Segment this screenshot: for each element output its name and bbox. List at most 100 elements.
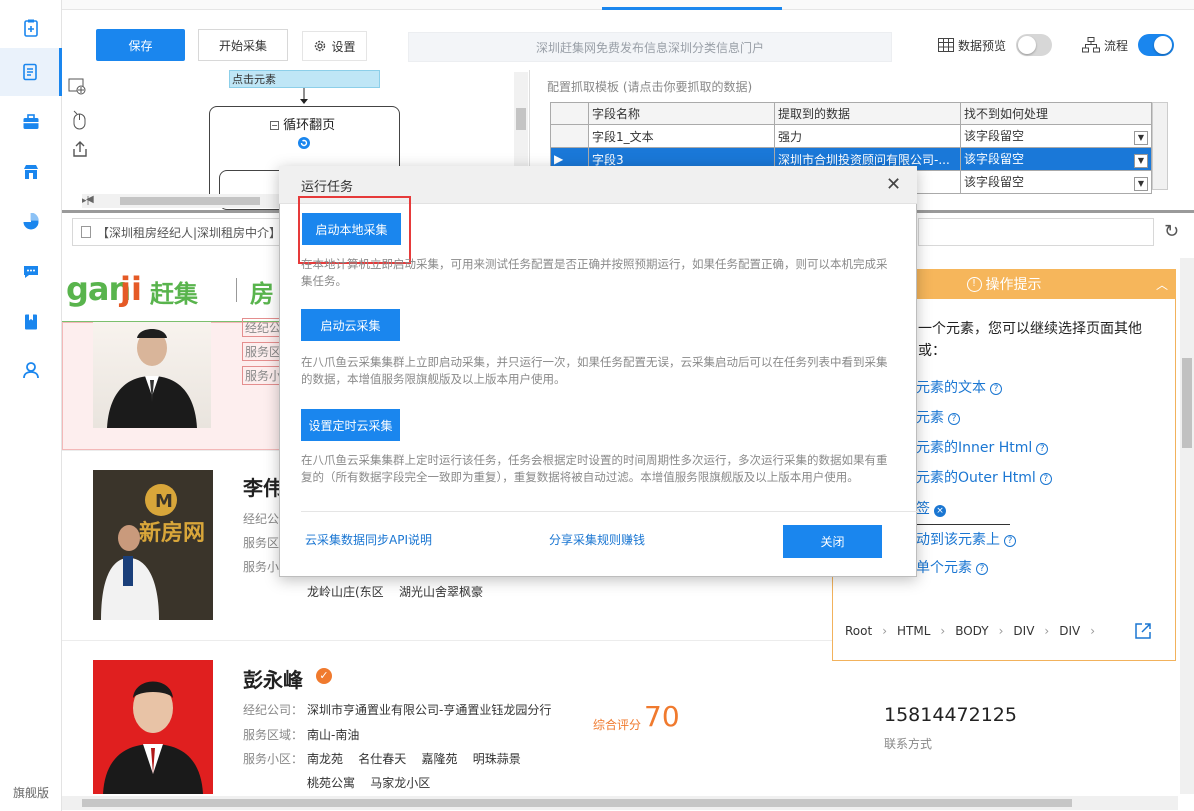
agent-communities[interactable]: 桃苑公寓 马家龙小区	[307, 774, 430, 791]
grid-scrollbar[interactable]	[1152, 102, 1168, 190]
help-icon[interactable]: ?	[1036, 442, 1049, 455]
sidebar-item-stats[interactable]	[0, 198, 62, 246]
dropdown-arrow-icon[interactable]: ▼	[1134, 154, 1148, 168]
breadcrumb-item[interactable]: DIV	[1013, 624, 1034, 638]
data-preview-switch[interactable]	[1016, 34, 1053, 56]
dropdown-arrow-icon[interactable]: ▼	[1134, 177, 1148, 191]
flow-tool-export[interactable]	[71, 140, 89, 161]
agent-portrait	[107, 329, 197, 428]
agent-label-community: 服务小区：	[243, 752, 304, 766]
agent-label-area: 服务区域：	[243, 728, 304, 742]
flow-step-click-element[interactable]: 点击元素	[229, 70, 380, 88]
page-vertical-scrollbar[interactable]	[1180, 258, 1194, 794]
tip-option[interactable]: 动到该元素上?	[916, 529, 1016, 549]
locate-element-icon	[68, 78, 86, 95]
logo-cn: 赶集	[150, 280, 198, 308]
flow-switch[interactable]	[1138, 34, 1175, 56]
flow-label: 流程	[1104, 38, 1129, 53]
grid-cell-handling[interactable]: 该字段留空 ▼	[960, 124, 1152, 148]
tip-divider	[916, 524, 1010, 525]
grid-cell-data[interactable]: 强力	[774, 124, 961, 148]
breadcrumb-item[interactable]: BODY	[955, 624, 988, 638]
highlight-frame	[298, 196, 411, 264]
refresh-icon[interactable]: ↻	[1164, 221, 1179, 242]
grid-cell-handling-text: 该字段留空	[964, 175, 1025, 189]
edition-label: 旗舰版	[12, 786, 49, 800]
agent-communities[interactable]: 南龙苑 名仕春天 嘉隆苑 明珠蒜景	[307, 750, 521, 767]
help-icon[interactable]: ?	[1039, 472, 1052, 485]
agent-label-area: 服务区	[242, 342, 285, 361]
grid-header-data: 提取到的数据	[774, 102, 961, 125]
settings-label: 设置	[331, 39, 356, 54]
pie-chart-icon	[23, 213, 39, 230]
tip-option[interactable]: 元素的Outer Html?	[916, 467, 1052, 487]
api-doc-link[interactable]: 云采集数据同步API说明	[305, 531, 432, 548]
sidebar-item-new-task[interactable]	[0, 4, 62, 52]
flow-arrow-down	[300, 88, 308, 104]
browser-url-field-right[interactable]	[918, 218, 1154, 246]
grid-cell-handling[interactable]: 该字段留空 ▼	[960, 170, 1152, 194]
verified-badge-icon: ✓	[316, 668, 332, 684]
agent-photo	[93, 660, 213, 794]
help-icon[interactable]: ?	[976, 562, 988, 575]
dropdown-arrow-icon[interactable]: ▼	[1134, 131, 1148, 145]
help-icon[interactable]: ?	[990, 382, 1002, 395]
collapse-icon[interactable]: ▸|	[82, 196, 90, 206]
flow-tool-mouse[interactable]	[72, 110, 88, 133]
grid-cell-handling[interactable]: 该字段留空 ▼	[960, 147, 1152, 171]
sidebar-item-store[interactable]	[0, 148, 62, 196]
tip-option[interactable]: 元素的Inner Html?	[916, 437, 1049, 457]
sidebar-item-tutorials[interactable]	[0, 298, 62, 346]
flow-tool-locate[interactable]	[68, 78, 88, 99]
agent-communities[interactable]: 龙岭山庄(东区 湖光山舍翠枫豪	[307, 583, 483, 600]
settings-button[interactable]: 设置	[302, 31, 367, 61]
grid-cell-field[interactable]: 字段1_文本	[588, 124, 775, 148]
agent-name[interactable]: 李伟	[243, 472, 283, 501]
scroll-thumb[interactable]	[1182, 358, 1192, 448]
breadcrumb-item[interactable]: Root	[845, 624, 872, 638]
sidebar-item-account[interactable]	[0, 346, 62, 394]
close-dialog-button[interactable]: 关闭	[783, 525, 882, 558]
left-sidebar: 旗舰版	[0, 0, 62, 811]
scroll-thumb[interactable]	[82, 799, 1072, 807]
schedule-cloud-collect-button[interactable]: 设置定时云采集	[301, 409, 400, 441]
browser-url-text: 【深圳租房经纪人|深圳租房中介】	[97, 225, 282, 240]
close-circle-icon[interactable]: ×	[934, 505, 946, 517]
sidebar-item-jobs[interactable]	[0, 98, 62, 146]
close-icon[interactable]: ✕	[886, 174, 901, 195]
sidebar-item-messages[interactable]	[0, 248, 62, 296]
help-icon[interactable]: ?	[1004, 534, 1016, 547]
share-rules-link[interactable]: 分享采集规则赚钱	[549, 531, 645, 548]
page-url-field[interactable]: 深圳赶集网免费发布信息深圳分类信息门户	[408, 32, 892, 62]
tip-option[interactable]: 元素?	[916, 407, 960, 427]
chat-bubble-icon	[24, 266, 38, 278]
agent-phone[interactable]: 15814472125	[884, 704, 1017, 726]
scroll-thumb[interactable]	[516, 108, 526, 130]
start-collect-button[interactable]: 开始采集	[198, 29, 288, 61]
cloud-collect-description: 在八爪鱼云采集集群上立即启动采集，并只运行一次，如果任务配置无误，云采集启动后可…	[301, 355, 888, 386]
book-icon	[25, 314, 37, 330]
grid-row[interactable]: 字段1_文本 强力 该字段留空 ▼	[550, 124, 1152, 148]
tip-option-label: 元素的文本	[916, 380, 986, 396]
scroll-thumb[interactable]	[120, 197, 260, 205]
tip-option[interactable]: 元素的文本?	[916, 377, 1002, 397]
tips-intro-2: 或：	[918, 343, 946, 359]
tip-option-label: 元素	[916, 410, 944, 426]
breadcrumb-item[interactable]: HTML	[897, 624, 930, 638]
tip-option[interactable]: 单个元素?	[916, 557, 988, 577]
agent-photo: M 新房网	[93, 470, 213, 620]
collapse-up-icon[interactable]: ︿	[1156, 276, 1168, 293]
tip-option[interactable]: 签 ×	[916, 498, 946, 518]
sidebar-item-tasks[interactable]	[0, 48, 62, 96]
help-icon[interactable]: ?	[948, 412, 960, 425]
agent-name[interactable]: 彭永峰	[243, 664, 303, 693]
save-button[interactable]: 保存	[96, 29, 185, 61]
agent-area[interactable]: 南山-南油	[307, 726, 359, 743]
browser-url-field[interactable]: 【深圳租房经纪人|深圳租房中介】	[72, 218, 310, 246]
open-external-icon[interactable]	[1134, 622, 1152, 640]
start-cloud-collect-button[interactable]: 启动云采集	[301, 309, 400, 341]
agent-company[interactable]: 深圳市亨通置业有限公司-亨通置业钰龙园分行	[307, 701, 551, 718]
page-horizontal-scrollbar[interactable]	[62, 796, 1178, 810]
breadcrumb-separator: ›	[1044, 624, 1050, 638]
breadcrumb-item[interactable]: DIV	[1059, 624, 1080, 638]
